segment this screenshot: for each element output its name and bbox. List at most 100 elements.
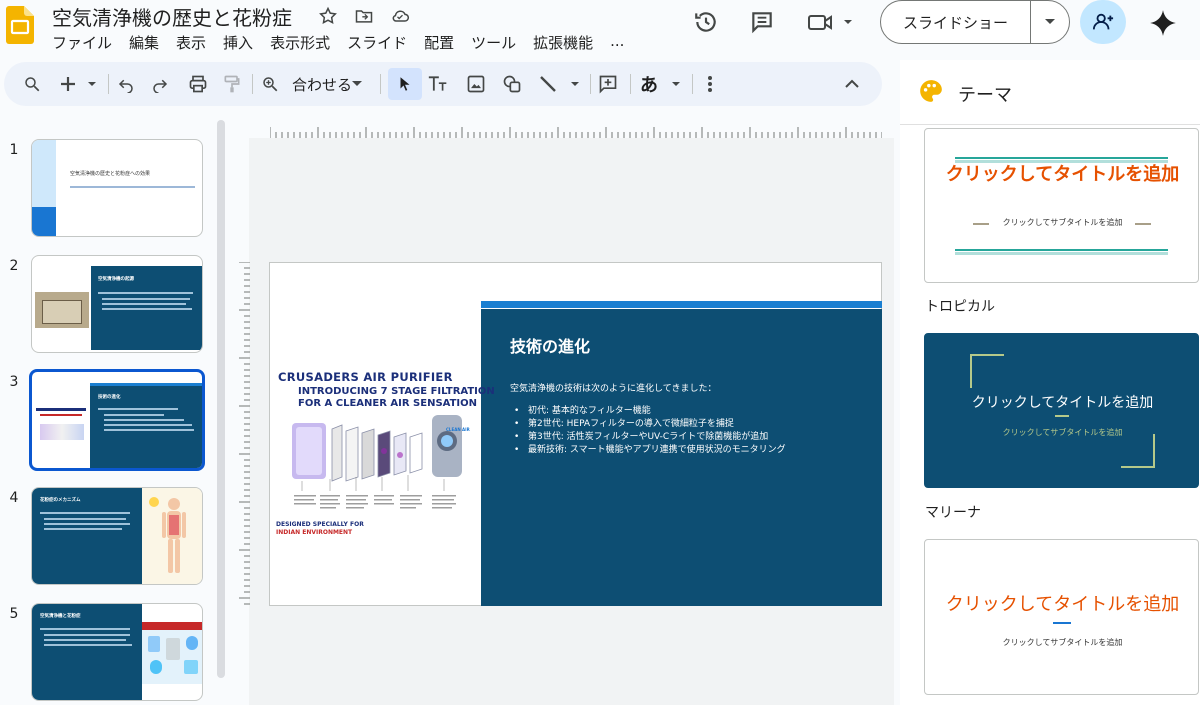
theme-name-tropical: トロピカル	[925, 299, 995, 315]
slide-intro-text[interactable]: 空気清浄機の技術は次のように進化してきました：	[510, 381, 716, 394]
toolbar-divider	[380, 74, 381, 94]
filmstrip-scrollbar[interactable]	[217, 120, 225, 678]
thumb-text-line	[104, 424, 192, 426]
shape-icon[interactable]	[500, 72, 524, 96]
add-person-icon[interactable]	[1080, 0, 1126, 44]
slide-thumbnail-2[interactable]: 空気清浄機の起源	[31, 255, 203, 353]
menu-more[interactable]: ...	[610, 32, 633, 53]
theme-card-tropical[interactable]: クリックしてタイトルを追加 クリックしてサブタイトルを追加	[924, 333, 1199, 488]
thumb-infographic-image	[142, 622, 202, 684]
menu-extensions[interactable]: 拡張機能	[533, 32, 602, 53]
slide-thumbnail-3[interactable]: 技術の進化	[29, 369, 205, 471]
theme-card-title: クリックしてタイトルを追加	[945, 594, 1180, 615]
thumb-title: 花粉症のメカニズム	[40, 498, 81, 503]
add-comment-icon[interactable]	[596, 72, 620, 96]
thumb-anatomy-image	[142, 488, 202, 584]
thumb-text-line	[102, 308, 192, 310]
slide-title[interactable]: 技術の進化	[510, 333, 590, 357]
move-folder-icon[interactable]	[352, 4, 376, 28]
svg-text:あ: あ	[640, 75, 658, 95]
menu-insert[interactable]: 挿入	[223, 32, 262, 53]
slide-number: 4	[9, 490, 19, 506]
toolbar-divider	[252, 74, 253, 94]
theme-card-simple-light[interactable]: クリックしてタイトルを追加 クリックしてサブタイトルを追加	[924, 128, 1199, 283]
history-icon[interactable]	[692, 8, 720, 36]
slides-logo-icon[interactable]	[6, 6, 34, 44]
image-subheading: INTRODUCING 7 STAGE FILTRATION	[298, 386, 495, 397]
input-tools-icon[interactable]: あ	[638, 72, 684, 96]
theme-name-marina: マリーナ	[925, 505, 981, 521]
theme-corner-bracket	[1121, 434, 1155, 468]
top-bar: 空気清浄機の歴史と花粉症 ファイル 編集 表示 挿入 表示形式 スライド 配置 …	[0, 0, 1200, 60]
thumb-text-line	[102, 303, 186, 305]
theme-dash	[1053, 622, 1071, 624]
slide-bullet-list[interactable]: 初代: 基本的なフィルター機能 第2世代: HEPAフィルターの導入で微細粒子を…	[514, 405, 786, 457]
new-slide-icon[interactable]	[56, 72, 100, 96]
horizontal-ruler[interactable]	[269, 124, 883, 138]
slide-thumbnail-1[interactable]: 空気清浄機の歴史と花粉症への効果	[31, 139, 203, 237]
slide-bullet: 第3世代: 活性炭フィルターやUV-Cライトで除菌機能が追加	[514, 431, 786, 444]
thumb-text-line	[44, 639, 126, 641]
image-footer: DESIGNED SPECIALLY FOR	[276, 521, 364, 528]
slide-thumbnail-5[interactable]: 空気清浄機と花粉症	[31, 603, 203, 701]
vertical-ruler[interactable]	[238, 261, 250, 607]
search-menus-icon[interactable]	[20, 72, 44, 96]
thumb-photo-object	[42, 300, 82, 324]
thumb-title: 空気清浄機の歴史と花粉症への効果	[70, 171, 151, 177]
zoom-label: 合わせる	[292, 75, 350, 94]
undo-icon[interactable]	[114, 72, 138, 96]
palette-icon	[918, 78, 944, 109]
thumb-text-line	[104, 419, 184, 421]
slideshow-button[interactable]: スライドショー	[880, 0, 1070, 44]
line-icon[interactable]	[536, 72, 582, 96]
thumb-image	[32, 386, 90, 456]
theme-panel-divider	[900, 124, 1200, 125]
insert-image-icon[interactable]	[464, 72, 488, 96]
menu-slide[interactable]: スライド	[347, 32, 416, 53]
image-footer: INDIAN ENVIRONMENT	[276, 529, 353, 536]
text-box-icon[interactable]	[426, 72, 450, 96]
image-heading: CRUSADERS AIR PURIFIER	[278, 370, 453, 384]
slide-bullet: 初代: 基本的なフィルター機能	[514, 405, 786, 418]
toolbar-divider	[630, 74, 631, 94]
thumb-text-line	[44, 518, 126, 520]
menu-format[interactable]: 表示形式	[270, 32, 339, 53]
theme-card-subtitle: クリックしてサブタイトルを追加	[1002, 428, 1123, 437]
thumb-title: 技術の進化	[98, 395, 121, 400]
zoom-icon[interactable]	[258, 72, 282, 96]
thumb-text-line	[44, 523, 130, 525]
menu-edit[interactable]: 編集	[129, 32, 168, 53]
document-title[interactable]: 空気清浄機の歴史と花粉症	[52, 2, 292, 31]
slideshow-dropdown-icon[interactable]	[1031, 18, 1069, 26]
comments-icon[interactable]	[748, 8, 776, 36]
slideshow-label[interactable]: スライドショー	[881, 1, 1031, 43]
redo-icon[interactable]	[148, 72, 172, 96]
theme-corner-bracket	[970, 354, 1004, 388]
cloud-status-icon[interactable]	[388, 4, 412, 28]
gemini-sparkle-icon[interactable]	[1148, 8, 1178, 38]
thumb-text-line	[98, 408, 178, 410]
theme-card-title: クリックしてタイトルを追加	[945, 164, 1180, 185]
image-clean-air-label: CLEAN AIR	[446, 427, 470, 432]
image-subheading: FOR A CLEANER AIR SENSATION	[298, 398, 478, 409]
theme-dash	[1055, 415, 1069, 417]
menu-file[interactable]: ファイル	[52, 32, 121, 53]
thumb-text-line	[102, 298, 190, 300]
toolbar: 合わせる あ	[4, 62, 882, 106]
slide-canvas[interactable]: 技術の進化 空気清浄機の技術は次のように進化してきました： 初代: 基本的なフィ…	[269, 262, 882, 606]
thumb-text-line	[44, 644, 132, 646]
star-icon[interactable]	[316, 4, 340, 28]
thumb-text-line	[98, 292, 193, 294]
theme-card-marina[interactable]: クリックしてタイトルを追加 クリックしてサブタイトルを追加	[924, 539, 1199, 695]
menu-arrange[interactable]: 配置	[424, 32, 463, 53]
more-options-icon[interactable]	[698, 72, 722, 96]
menu-view[interactable]: 表示	[176, 32, 215, 53]
collapse-toolbar-icon[interactable]	[840, 72, 864, 96]
print-icon[interactable]	[186, 72, 210, 96]
zoom-select[interactable]: 合わせる	[292, 72, 368, 96]
slide-thumbnail-4[interactable]: 花粉症のメカニズム	[31, 487, 203, 585]
select-cursor-icon[interactable]	[393, 72, 417, 96]
thumb-text-line	[40, 512, 130, 514]
video-call-icon[interactable]	[806, 8, 854, 36]
menu-tools[interactable]: ツール	[471, 32, 525, 53]
